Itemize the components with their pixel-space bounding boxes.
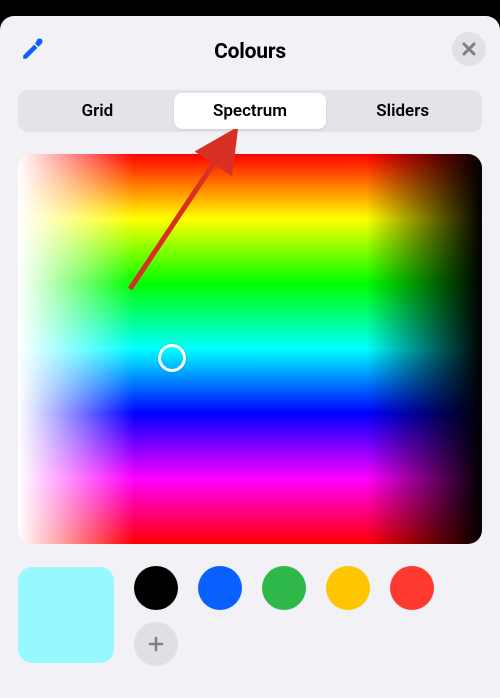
- spectrum-picker[interactable]: [18, 154, 482, 544]
- tab-sliders[interactable]: Sliders: [326, 93, 479, 129]
- swatch-row: [18, 564, 482, 666]
- plus-icon: [147, 635, 165, 653]
- preset-swatch-2[interactable]: [262, 566, 306, 610]
- preset-row: [134, 566, 434, 610]
- preset-swatch-1[interactable]: [198, 566, 242, 610]
- preset-swatch-3[interactable]: [326, 566, 370, 610]
- close-button[interactable]: [452, 32, 486, 66]
- eyedropper-button[interactable]: [18, 34, 48, 64]
- tab-grid[interactable]: Grid: [21, 93, 174, 129]
- colour-picker-panel: Colours Grid Spectrum Sliders: [0, 16, 500, 698]
- close-icon: [462, 42, 476, 56]
- tab-bar: Grid Spectrum Sliders: [18, 90, 482, 132]
- preset-swatch-0[interactable]: [134, 566, 178, 610]
- add-preset-button[interactable]: [134, 622, 178, 666]
- header: Colours: [18, 32, 482, 72]
- add-row: [134, 622, 434, 666]
- panel-title: Colours: [214, 40, 286, 64]
- eyedropper-icon: [20, 36, 46, 62]
- spectrum-area: [18, 154, 482, 544]
- current-colour-swatch[interactable]: [18, 567, 114, 663]
- preset-swatch-4[interactable]: [390, 566, 434, 610]
- preset-group: [134, 564, 434, 666]
- tab-spectrum[interactable]: Spectrum: [174, 93, 327, 129]
